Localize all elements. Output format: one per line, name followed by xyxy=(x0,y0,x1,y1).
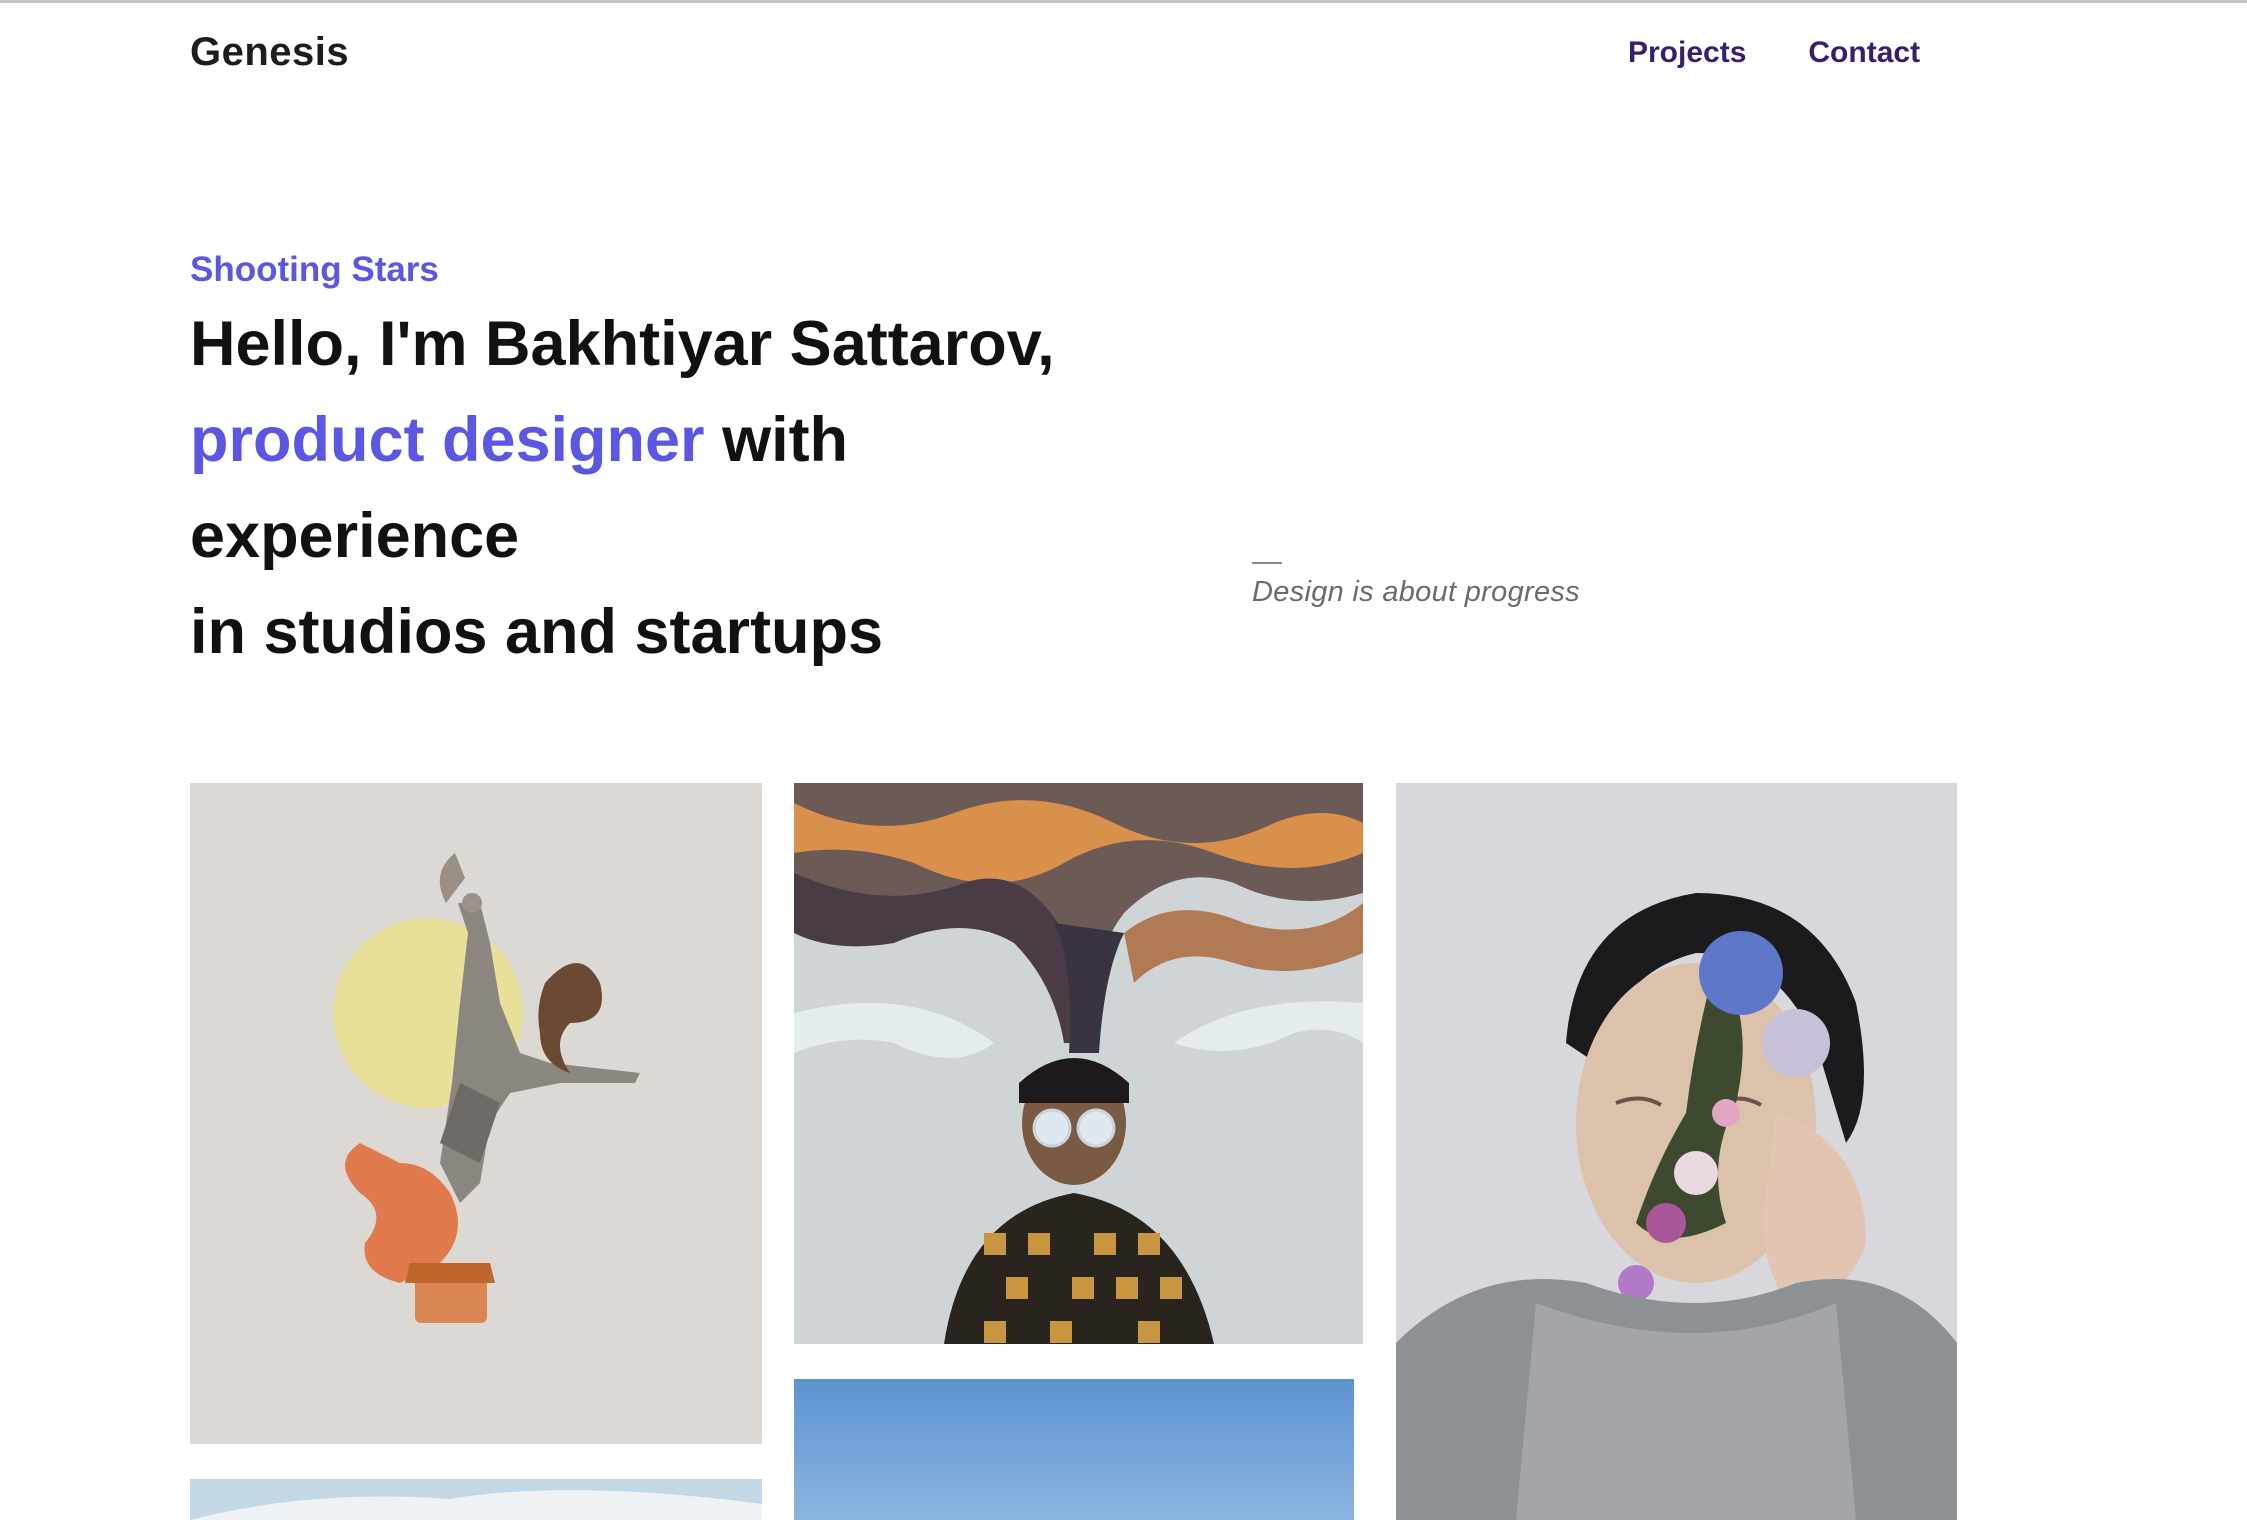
swirl-portrait-image xyxy=(794,783,1363,1344)
top-border xyxy=(0,0,2247,3)
quote-text: Design is about progress xyxy=(1252,576,1580,608)
project-tile-sky-left[interactable] xyxy=(190,1479,762,1520)
hero-headline: Hello, I'm Bakhtiyar Sattarov, product d… xyxy=(190,296,1190,680)
headline-line-1: Hello, I'm Bakhtiyar Sattarov, xyxy=(190,309,1055,379)
nav-projects-link[interactable]: Projects xyxy=(1628,36,1746,70)
quote-dash xyxy=(1252,562,1282,564)
portfolio-page: Genesis Projects Contact Shooting Stars … xyxy=(0,0,2247,1520)
project-tile-dancer[interactable] xyxy=(190,783,762,1444)
project-tile-sky-blue[interactable] xyxy=(794,1379,1354,1520)
sky-blue-image xyxy=(794,1379,1354,1520)
project-tile-flower-portrait[interactable] xyxy=(1396,783,1957,1520)
headline-accent: product designer xyxy=(190,405,705,475)
sky-left-image xyxy=(190,1479,762,1520)
headline-line-3: experience xyxy=(190,501,520,571)
main-nav: Projects Contact xyxy=(1628,36,1920,70)
dancer-collage-image xyxy=(190,783,762,1444)
headline-line-2-rest: with xyxy=(704,405,849,475)
project-tile-swirl-portrait[interactable] xyxy=(794,783,1363,1344)
flower-portrait-image xyxy=(1396,783,1957,1520)
site-logo[interactable]: Genesis xyxy=(190,30,349,75)
hero-eyebrow: Shooting Stars xyxy=(190,250,439,289)
hero-quote: Design is about progress xyxy=(1252,562,1580,609)
headline-line-4: in studios and startups xyxy=(190,597,884,667)
nav-contact-link[interactable]: Contact xyxy=(1808,36,1920,70)
